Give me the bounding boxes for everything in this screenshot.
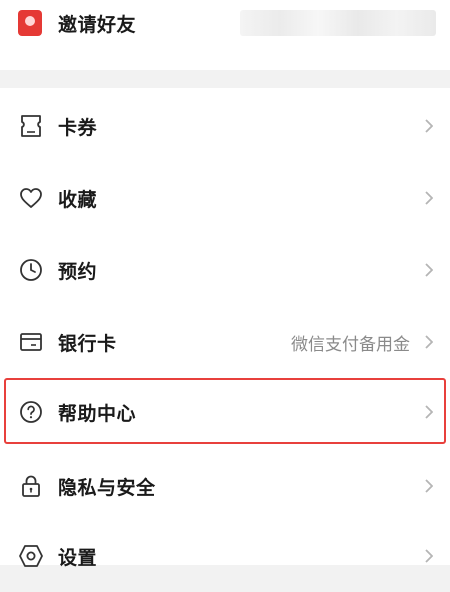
heart-icon	[18, 185, 44, 211]
coupon-icon	[18, 113, 44, 139]
chevron-right-icon	[422, 402, 436, 422]
blurred-content	[240, 10, 436, 36]
menu-item-label: 帮助中心	[58, 402, 137, 425]
menu-item-settings[interactable]: 设置	[0, 520, 450, 592]
lock-icon	[18, 473, 44, 499]
menu-item-coupon[interactable]: 卡券	[0, 90, 450, 162]
bank-card-subtitle: 微信支付备用金	[291, 334, 410, 355]
menu-item-label: 隐私与安全	[58, 476, 156, 499]
invite-envelope-icon	[18, 10, 42, 36]
bank-card-icon	[18, 329, 44, 355]
chevron-right-icon	[422, 116, 436, 136]
menu-item-label: 卡券	[58, 116, 98, 139]
invite-card: 邀请好友	[0, 0, 450, 70]
menu-item-label: 设置	[58, 546, 98, 569]
menu-item-privacy-security[interactable]: 隐私与安全	[0, 450, 450, 522]
menu-item-label: 银行卡	[58, 332, 117, 355]
settings-icon	[18, 543, 44, 569]
menu-item-label: 收藏	[58, 188, 98, 211]
menu-item-label: 预约	[58, 260, 98, 283]
chevron-right-icon	[422, 332, 436, 352]
invite-label: 邀请好友	[58, 13, 137, 36]
help-icon	[18, 399, 44, 425]
clock-icon	[18, 257, 44, 283]
menu-item-reservation[interactable]: 预约	[0, 234, 450, 306]
chevron-right-icon	[422, 476, 436, 496]
chevron-right-icon	[422, 188, 436, 208]
invite-friends-row[interactable]: 邀请好友	[0, 0, 450, 46]
chevron-right-icon	[422, 260, 436, 280]
menu-item-favorites[interactable]: 收藏	[0, 162, 450, 234]
menu-item-bank-card[interactable]: 银行卡 微信支付备用金	[0, 306, 450, 378]
chevron-right-icon	[422, 546, 436, 566]
menu-item-help-center[interactable]: 帮助中心	[0, 376, 450, 448]
